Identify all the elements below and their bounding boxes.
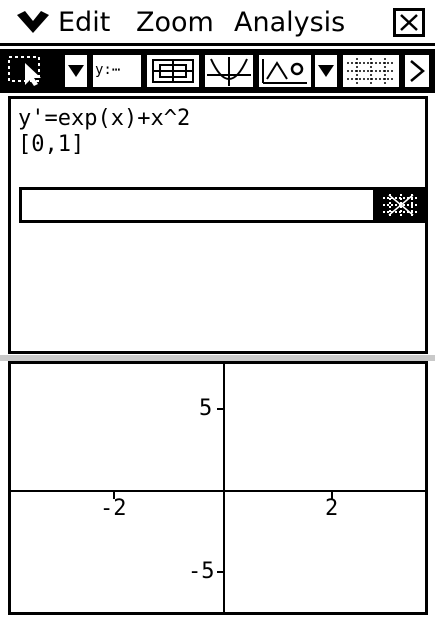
y-list-label: y:⋯ [95,62,121,78]
chevron-down-icon [68,65,84,77]
graph-axes [11,364,425,612]
zoom-box-icon [152,59,194,83]
y-tick-label-top: 5 [199,396,213,421]
y-list-button[interactable]: y:⋯ [93,55,141,87]
x-tick-label-right: 2 [325,496,339,521]
equation-editor-panel[interactable]: y'=exp(x)+x^2 [0,1] [8,96,428,354]
menu-edit[interactable]: Edit [58,6,110,40]
interval-line[interactable]: [0,1] [18,132,84,158]
analysis-dropdown-button[interactable] [315,55,337,87]
pointer-icon [8,56,41,86]
close-button[interactable] [393,8,425,37]
graph-window[interactable]: 5 -5 -2 2 [8,361,428,615]
entry-input[interactable] [19,187,376,223]
keyboard-button[interactable] [376,187,426,223]
analysis-icon [262,59,307,84]
keyboard-icon [383,194,419,216]
x-tick-label-left: -2 [100,496,127,521]
chevron-right-icon [410,60,425,82]
select-pointer-button[interactable] [7,55,51,87]
graph-sketch-button[interactable] [205,55,253,87]
zoom-box-button[interactable] [147,55,199,87]
menu-down-arrow-icon[interactable] [15,7,51,37]
menu-bar: Edit Zoom Analysis [0,0,435,46]
menu-analysis[interactable]: Analysis [234,6,345,40]
equation-line[interactable]: y'=exp(x)+x^2 [18,106,190,132]
menu-zoom[interactable]: Zoom [136,6,214,40]
graph-curve-icon [207,57,251,86]
y-tick-label-bottom: -5 [188,559,215,584]
chevron-down-icon [318,65,334,77]
grid-icon [347,58,395,84]
pointer-dropdown-button[interactable] [65,55,87,87]
close-icon [400,14,418,31]
toolbar: y:⋯ [0,49,435,93]
analysis-tool-button[interactable] [259,55,311,87]
toolbar-scroll-right-button[interactable] [405,55,429,87]
grid-toggle-button[interactable] [343,55,399,87]
